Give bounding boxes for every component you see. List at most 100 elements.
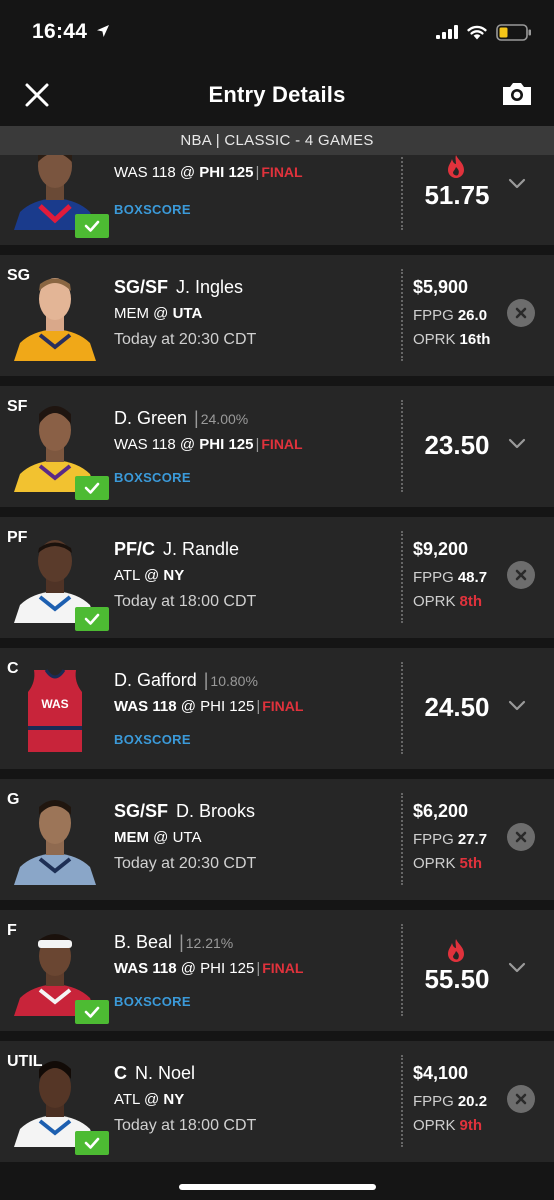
roster-card-2[interactable]: SG SG/SF J. Ingles MEM @ UTA Today at 20:…: [0, 255, 554, 376]
status-time: 16:44: [32, 20, 88, 43]
player-salary: $9,200: [413, 539, 469, 559]
player-line: SG/SF D. Brooks: [114, 801, 255, 822]
remove-player-button[interactable]: [507, 561, 535, 589]
player-name: J. Randle: [163, 539, 240, 559]
home-team: UTA: [172, 305, 203, 322]
fppg-stat: FPPG 20.2: [413, 1093, 488, 1110]
roster-card-7[interactable]: F B. Beal | 12.21% WAS 118 @ PHI 125 | FINA…: [0, 910, 554, 1031]
roster-list[interactable]: WAS 118 @ PHI 125 | FINAL BOXSCORE 51.75 S…: [0, 126, 554, 1163]
game-info: ATL @ NY: [114, 1091, 185, 1108]
ownership-percent: 10.80%: [210, 673, 258, 689]
home-indicator[interactable]: [179, 1184, 376, 1190]
boxscore-link[interactable]: BOXSCORE: [114, 202, 191, 217]
chevron-down-icon[interactable]: [507, 960, 527, 974]
player-line: D. Green | 24.00%: [114, 408, 249, 428]
player-salary: $5,900: [413, 277, 469, 297]
chevron-down-icon[interactable]: [507, 176, 527, 190]
ownership-percent: 24.00%: [200, 411, 249, 427]
divider: [401, 1055, 403, 1147]
player-name: J. Ingles: [176, 277, 244, 297]
position-eligibility: PF/C: [114, 539, 156, 559]
divider: [401, 924, 403, 1016]
chevron-down-icon[interactable]: [507, 698, 527, 712]
oprk-stat: OPRK 9th: [413, 1117, 483, 1134]
jersey-avatar: WAS: [10, 664, 100, 754]
page-title: Entry Details: [208, 82, 346, 107]
remove-player-button[interactable]: [507, 823, 535, 851]
checkmark-icon: [75, 1000, 109, 1024]
game-status: FINAL: [261, 164, 303, 180]
roster-card-3[interactable]: SF D. Green | 24.00% WAS 118 @ PHI 125 | FI…: [0, 386, 554, 507]
divider: [401, 793, 403, 885]
oprk-stat: OPRK 16th: [413, 331, 491, 348]
checkmark-icon: [75, 214, 109, 238]
game-info: MEM @ UTA: [114, 305, 203, 322]
oprk-stat: OPRK 5th: [413, 855, 483, 872]
player-line: SG/SF J. Ingles: [114, 277, 243, 298]
player-salary: $4,100: [413, 1063, 469, 1083]
player-avatar: [10, 795, 100, 885]
fire-icon: [448, 155, 464, 178]
game-time: Today at 18:00 CDT: [114, 1117, 257, 1134]
player-avatar: [10, 271, 100, 361]
roster-card-6[interactable]: G SG/SF D. Brooks MEM @ UTA Today at 20:3…: [0, 779, 554, 900]
ownership-percent: 12.21%: [185, 935, 234, 951]
player-line: B. Beal | 12.21%: [114, 932, 234, 952]
nav-bar: Entry Details: [0, 66, 554, 124]
divider: [401, 400, 403, 492]
player-name: N. Noel: [135, 1063, 196, 1083]
game-info: WAS 118 @ PHI 125 | FINAL: [114, 698, 304, 715]
player-line: PF/C J. Randle: [114, 539, 239, 560]
jersey-text: WAS: [41, 697, 68, 711]
game-info: WAS 118 @ PHI 125 | FINAL: [114, 164, 303, 181]
game-time: Today at 18:00 CDT: [114, 593, 257, 610]
divider: [401, 531, 403, 623]
home-team: UTA: [172, 829, 202, 846]
roster-card-4[interactable]: PF PF/C J. Randle ATL @ NY Today at 18:00…: [0, 517, 554, 638]
fppg-stat: FPPG 26.0: [413, 307, 488, 324]
wifi-icon: [467, 25, 487, 39]
fire-icon: [448, 939, 464, 962]
fantasy-points: 55.50: [424, 964, 490, 994]
home-team: NY: [163, 1091, 185, 1108]
home-team: PHI 125: [199, 164, 254, 181]
divider: [401, 269, 403, 361]
home-team: PHI 125: [200, 698, 255, 715]
boxscore-link[interactable]: BOXSCORE: [114, 470, 191, 485]
fantasy-points: 23.50: [424, 430, 490, 460]
fppg-stat: FPPG 48.7: [413, 569, 488, 586]
remove-player-button[interactable]: [507, 1085, 535, 1113]
fantasy-points: 51.75: [424, 180, 490, 210]
game-info: ATL @ NY: [114, 567, 185, 584]
roster-card-5[interactable]: C WAS D. Gafford | 10.80% WAS 118 @ PHI 1…: [0, 648, 554, 769]
boxscore-link[interactable]: BOXSCORE: [114, 732, 191, 747]
position-eligibility: C: [114, 1063, 127, 1083]
game-info: WAS 118 @ PHI 125 | FINAL: [114, 436, 303, 453]
chevron-down-icon[interactable]: [507, 436, 527, 450]
position-eligibility: SG/SF: [114, 277, 169, 297]
roster-card-8[interactable]: UTIL C N. Noel ATL @ NY Today at 18:00 CD…: [0, 1041, 554, 1162]
home-team: PHI 125: [199, 436, 254, 453]
remove-player-button[interactable]: [507, 299, 535, 327]
game-info: WAS 118 @ PHI 125 | FINAL: [114, 960, 304, 977]
game-status: FINAL: [261, 436, 303, 452]
game-time: Today at 20:30 CDT: [114, 331, 257, 348]
player-line: C N. Noel: [114, 1063, 195, 1084]
player-name: D. Brooks: [176, 801, 256, 821]
boxscore-link[interactable]: BOXSCORE: [114, 994, 191, 1009]
home-team: NY: [163, 567, 185, 584]
checkmark-icon: [75, 607, 109, 631]
player-salary: $6,200: [413, 801, 469, 821]
fppg-stat: FPPG 27.7: [413, 831, 488, 848]
contest-subheader: NBA | CLASSIC - 4 GAMES: [0, 126, 554, 155]
status-bar: 16:44: [0, 0, 554, 66]
player-name: D. Green: [114, 408, 188, 428]
game-status: FINAL: [262, 960, 304, 976]
player-name: D. Gafford: [114, 670, 197, 690]
fantasy-points: 24.50: [424, 692, 490, 722]
game-time: Today at 20:30 CDT: [114, 855, 257, 872]
camera-icon[interactable]: [500, 78, 534, 110]
position-eligibility: SG/SF: [114, 801, 169, 821]
battery-low-icon: [496, 23, 531, 41]
location-arrow-icon: [97, 25, 109, 37]
